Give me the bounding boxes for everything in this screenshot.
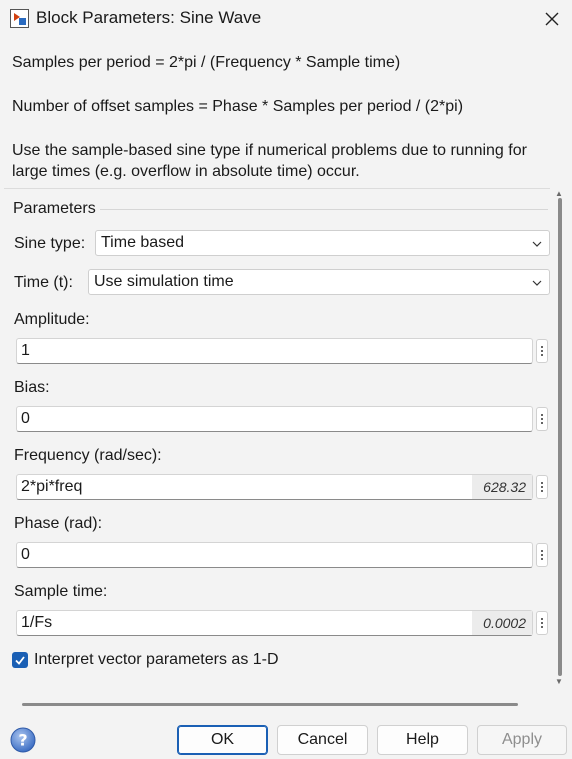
- sample-time-evaluated-value: 0.0002: [472, 611, 532, 635]
- cancel-button[interactable]: Cancel: [277, 725, 368, 755]
- checkmark-icon: [15, 656, 25, 665]
- amplitude-options-button[interactable]: [536, 339, 548, 363]
- amplitude-value: 1: [21, 342, 30, 359]
- description-line-4: large times (e.g. overflow in absolute t…: [12, 163, 360, 180]
- description-line-2: Number of offset samples = Phase * Sampl…: [12, 98, 464, 115]
- phase-label: Phase (rad):: [14, 515, 103, 532]
- ok-button[interactable]: OK: [177, 725, 268, 755]
- chevron-down-icon: [532, 241, 542, 247]
- help-icon[interactable]: ?: [10, 727, 36, 753]
- time-dropdown[interactable]: Use simulation time: [88, 269, 550, 295]
- interpret-vector-label: Interpret vector parameters as 1-D: [34, 651, 279, 668]
- phase-input[interactable]: 0: [16, 542, 533, 568]
- simulink-block-icon: [10, 9, 29, 28]
- kebab-menu-icon: [541, 549, 543, 561]
- close-button[interactable]: [532, 0, 572, 38]
- sine-type-value: Time based: [101, 234, 184, 251]
- sample-time-value: 1/Fs: [21, 614, 53, 631]
- group-divider: [100, 209, 548, 210]
- sample-time-input[interactable]: 1/Fs 0.0002: [16, 610, 533, 636]
- frequency-input[interactable]: 2*pi*freq 628.32: [16, 474, 533, 500]
- amplitude-label: Amplitude:: [14, 311, 90, 328]
- svg-text:?: ?: [18, 731, 27, 750]
- sine-type-label: Sine type:: [14, 235, 86, 252]
- close-icon: [545, 12, 559, 26]
- bias-value: 0: [21, 410, 30, 427]
- help-button[interactable]: Help: [377, 725, 468, 755]
- interpret-vector-checkbox[interactable]: [12, 652, 28, 668]
- description-line-3: Use the sample-based sine type if numeri…: [12, 142, 527, 159]
- chevron-down-icon: [532, 280, 542, 286]
- vertical-scrollbar[interactable]: [558, 198, 562, 676]
- parameters-group-label: Parameters: [13, 200, 96, 217]
- scroll-up-icon[interactable]: ▲: [555, 190, 563, 198]
- phase-value: 0: [21, 546, 30, 563]
- bias-options-button[interactable]: [536, 407, 548, 431]
- frequency-evaluated-value: 628.32: [472, 475, 532, 499]
- sample-time-options-button[interactable]: [536, 611, 548, 635]
- sample-time-label: Sample time:: [14, 583, 108, 600]
- time-value: Use simulation time: [94, 273, 234, 290]
- bias-input[interactable]: 0: [16, 406, 533, 432]
- description-line-1: Samples per period = 2*pi / (Frequency *…: [12, 54, 401, 71]
- scroll-down-icon[interactable]: ▼: [555, 678, 563, 686]
- sine-type-dropdown[interactable]: Time based: [95, 230, 550, 256]
- frequency-value: 2*pi*freq: [21, 478, 83, 495]
- time-label: Time (t):: [14, 274, 73, 291]
- phase-options-button[interactable]: [536, 543, 548, 567]
- amplitude-input[interactable]: 1: [16, 338, 533, 364]
- kebab-menu-icon: [541, 345, 543, 357]
- apply-button[interactable]: Apply: [477, 725, 567, 755]
- frequency-options-button[interactable]: [536, 475, 548, 499]
- frequency-label: Frequency (rad/sec):: [14, 447, 162, 464]
- window-title: Block Parameters: Sine Wave: [36, 8, 262, 27]
- kebab-menu-icon: [541, 413, 543, 425]
- bias-label: Bias:: [14, 379, 50, 396]
- kebab-menu-icon: [541, 481, 543, 493]
- horizontal-scrollbar[interactable]: [22, 703, 518, 706]
- kebab-menu-icon: [541, 617, 543, 629]
